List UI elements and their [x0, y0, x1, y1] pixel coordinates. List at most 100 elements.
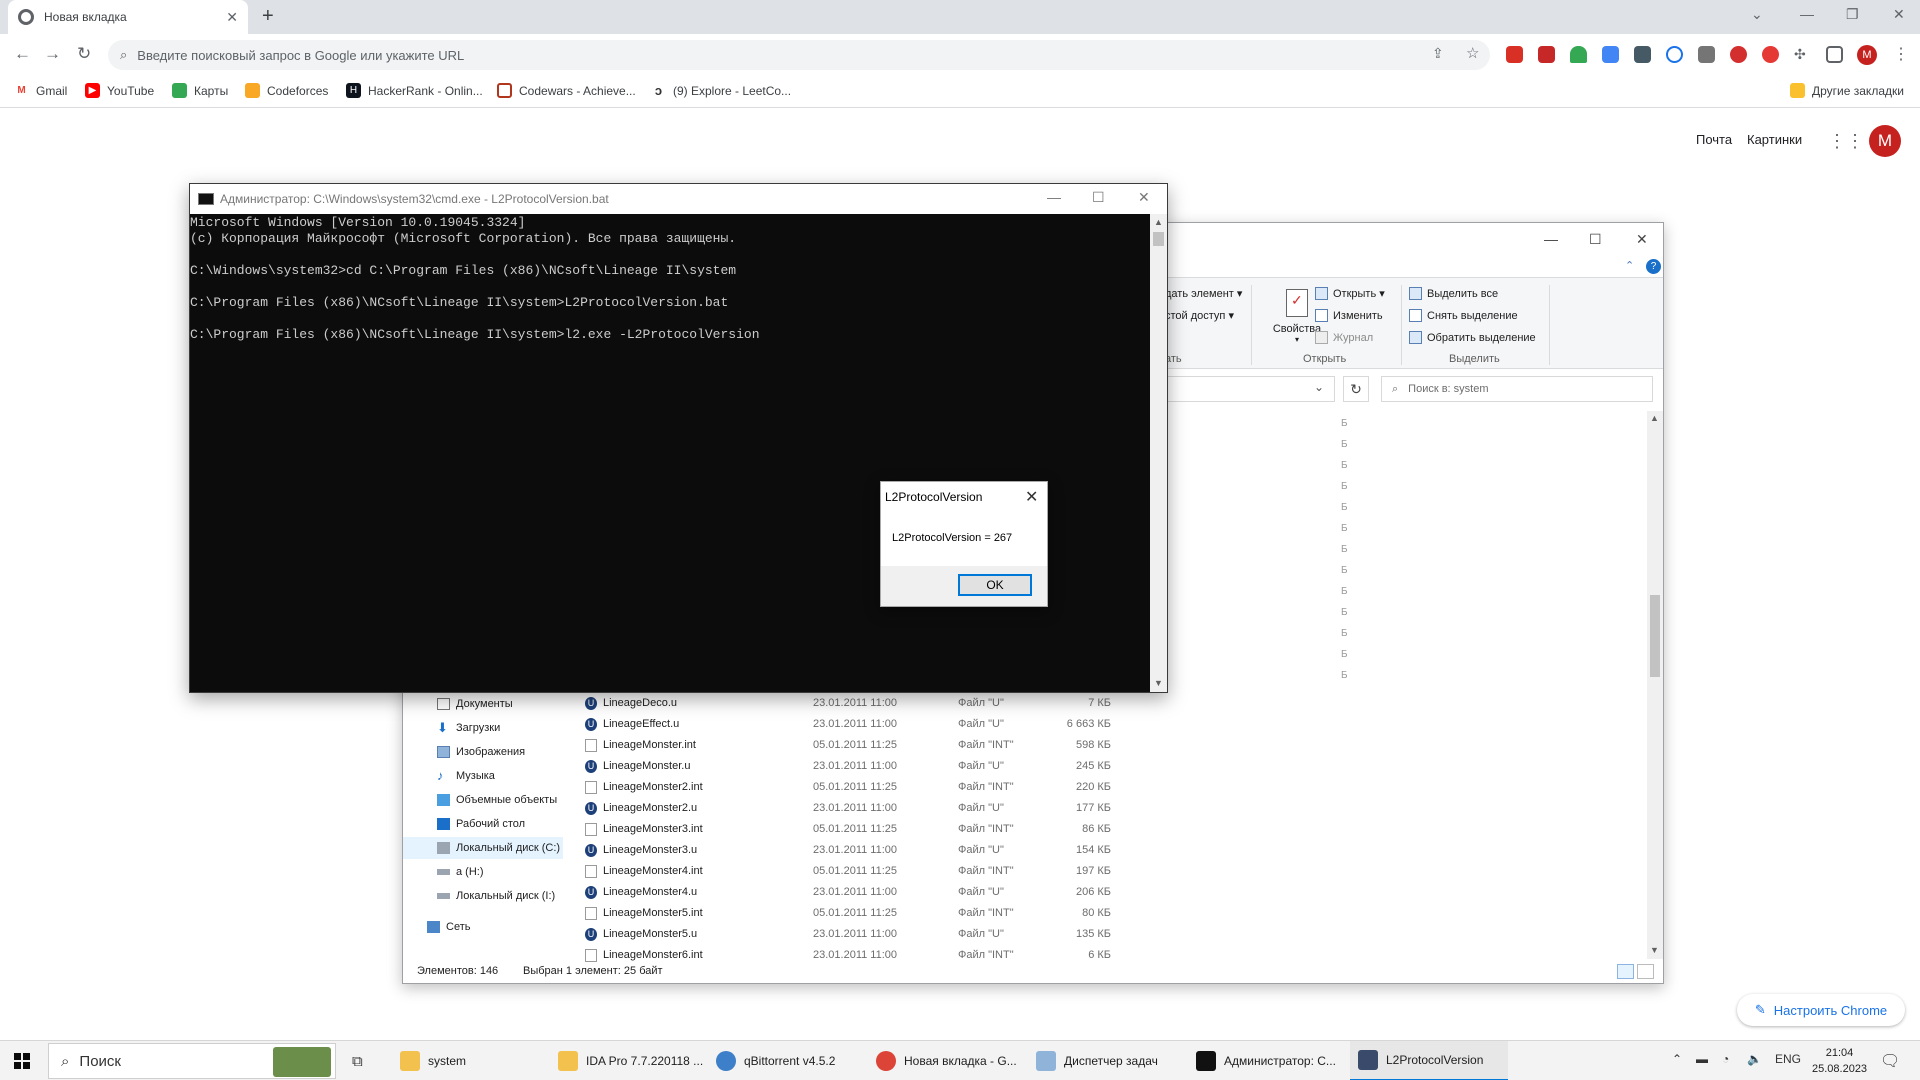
scroll-up-icon[interactable]: ▲ [1154, 217, 1163, 227]
extensions-puzzle-icon[interactable]: ✣ [1794, 46, 1806, 63]
clock[interactable]: 21:04 25.08.2023 [1812, 1045, 1867, 1077]
nav-3d-objects[interactable]: Объемные объекты [403, 789, 563, 811]
select-all-button[interactable]: Выделить все [1409, 287, 1498, 300]
details-view-icon[interactable] [1617, 964, 1634, 979]
table-row[interactable]: LineageMonster.int 05.01.2011 11:25 Файл "… [573, 735, 1353, 756]
cmd-minimize-icon[interactable]: — [1047, 189, 1061, 205]
tray-app-icon[interactable]: ▬ [1696, 1052, 1708, 1066]
nav-pictures[interactable]: Изображения [403, 741, 563, 763]
easy-access-button[interactable]: стой доступ ▾ [1165, 309, 1234, 322]
invert-selection-button[interactable]: Обратить выделение [1409, 331, 1536, 344]
chrome-menu-icon[interactable]: ⋮ [1893, 44, 1909, 64]
side-panel-icon[interactable] [1826, 46, 1843, 63]
bookmark-gmail[interactable]: M Gmail [14, 83, 67, 98]
tab-new-tab[interactable]: Новая вкладка ✕ [8, 0, 248, 34]
forward-icon[interactable]: → [44, 44, 61, 64]
scroll-down-icon[interactable]: ▼ [1650, 945, 1659, 955]
other-bookmarks[interactable]: Другие закладки [1790, 83, 1904, 98]
table-row[interactable]: U LineageMonster4.u 23.01.2011 11:00 Файл "… [573, 882, 1353, 903]
translate-extension-icon[interactable] [1602, 46, 1619, 63]
images-link[interactable]: Картинки [1747, 132, 1802, 147]
taskbar-item-cmd[interactable]: Администратор: C... [1188, 1041, 1346, 1080]
nav-downloads[interactable]: ⬇ Загрузки [403, 717, 563, 739]
explorer-minimize-icon[interactable]: — [1544, 231, 1558, 247]
nav-network[interactable]: Сеть [403, 916, 563, 938]
gmail-link[interactable]: Почта [1696, 132, 1732, 147]
new-tab-button[interactable]: + [262, 5, 274, 28]
extension-icon[interactable] [1538, 46, 1555, 63]
bookmark-star-icon[interactable]: ☆ [1466, 44, 1479, 62]
share-icon[interactable]: ⇪ [1432, 45, 1444, 62]
taskbar-search[interactable]: ⌕ Поиск [48, 1043, 336, 1079]
bookmark-hackerrank[interactable]: H HackerRank - Onlin... [346, 83, 483, 98]
task-view-icon[interactable]: ⧉ [352, 1053, 363, 1070]
address-dropdown-icon[interactable]: ⌄ [1314, 380, 1324, 394]
extension-icon[interactable] [1634, 46, 1651, 63]
scroll-up-icon[interactable]: ▲ [1650, 413, 1659, 423]
help-icon[interactable]: ? [1646, 259, 1661, 274]
customize-chrome-button[interactable]: ✎ Настроить Chrome [1737, 994, 1905, 1026]
shield-extension-icon[interactable] [1570, 46, 1587, 63]
taskbar-item-task-manager[interactable]: Диспетчер задач [1028, 1041, 1186, 1080]
wifi-icon[interactable]: ◔ [1722, 1052, 1729, 1066]
message-box-close-icon[interactable]: ✕ [1025, 487, 1038, 507]
nav-local-disk-c[interactable]: Локальный диск (C:) [403, 837, 563, 859]
console-output[interactable]: Microsoft Windows [Version 10.0.19045.33… [190, 214, 1150, 692]
bookmark-leetcode[interactable]: ↄ (9) Explore - LeetCo... [651, 83, 791, 98]
language-indicator[interactable]: ENG [1775, 1052, 1801, 1066]
back-icon[interactable]: ← [14, 44, 31, 64]
bookmark-codeforces[interactable]: Codeforces [245, 83, 328, 98]
table-row[interactable]: LineageMonster2.int 05.01.2011 11:25 Файл … [573, 777, 1353, 798]
scrollbar-thumb[interactable] [1650, 595, 1660, 677]
table-row[interactable]: U LineageMonster3.u 23.01.2011 11:00 Файл "… [573, 840, 1353, 861]
volume-icon[interactable]: 🔈 [1747, 1052, 1762, 1066]
large-icons-view-icon[interactable] [1637, 964, 1654, 979]
adblock-extension-icon[interactable] [1730, 46, 1747, 63]
taskbar-item-l2protocolversion[interactable]: L2ProtocolVersion [1350, 1041, 1508, 1080]
reload-icon[interactable]: ↻ [77, 44, 91, 64]
table-row[interactable]: U LineageEffect.u 23.01.2011 11:00 Файл "U"… [573, 714, 1353, 735]
windows-start-icon[interactable] [14, 1053, 30, 1069]
nav-desktop[interactable]: Рабочий стол [403, 813, 563, 835]
bookmark-youtube[interactable]: ▶ YouTube [85, 83, 154, 98]
taskbar-item-ida[interactable]: IDA Pro 7.7.220118 ... [550, 1041, 708, 1080]
nav-documents[interactable]: Документы [403, 693, 563, 715]
cmd-window[interactable]: Администратор: C:\Windows\system32\cmd.e… [189, 183, 1168, 693]
tray-chevron-icon[interactable]: ⌃ [1672, 1052, 1682, 1066]
refresh-icon[interactable]: ↻ [1343, 376, 1369, 402]
google-account-avatar[interactable]: M [1869, 125, 1901, 157]
tab-search-chevron-icon[interactable]: ⌄ [1751, 6, 1763, 23]
explorer-search-input[interactable]: ⌕ Поиск в: system [1381, 376, 1653, 402]
explorer-maximize-icon[interactable]: ☐ [1589, 231, 1602, 248]
nav-drive-h[interactable]: a (H:) [403, 861, 563, 883]
table-row[interactable]: U LineageMonster2.u 23.01.2011 11:00 Файл "… [573, 798, 1353, 819]
table-row[interactable]: U LineageMonster5.u 23.01.2011 11:00 Файл "… [573, 924, 1353, 945]
taskbar-item-qbittorrent[interactable]: qBittorrent v4.5.2 [708, 1041, 866, 1080]
close-window-icon[interactable]: ✕ [1893, 6, 1905, 23]
table-row[interactable]: LineageMonster4.int 05.01.2011 11:25 Файл … [573, 861, 1353, 882]
table-row[interactable]: U LineageDeco.u 23.01.2011 11:00 Файл "U" 7 … [573, 693, 1353, 714]
nav-local-disk-i[interactable]: Локальный диск (I:) [403, 885, 563, 907]
table-row[interactable]: LineageMonster5.int 05.01.2011 11:25 Файл … [573, 903, 1353, 924]
cmd-titlebar[interactable]: Администратор: C:\Windows\system32\cmd.e… [190, 184, 1167, 214]
ribbon-collapse-icon[interactable]: ⌃ [1625, 259, 1634, 272]
extension-icon[interactable] [1506, 46, 1523, 63]
taskbar-item-chrome[interactable]: Новая вкладка - G... [868, 1041, 1026, 1080]
new-item-button[interactable]: дать элемент ▾ [1165, 287, 1242, 300]
select-none-button[interactable]: Снять выделение [1409, 309, 1518, 322]
explorer-scrollbar[interactable]: ▲ ▼ [1647, 411, 1663, 959]
restore-icon[interactable]: ❐ [1846, 6, 1859, 23]
open-button[interactable]: Открыть ▾ [1315, 287, 1385, 300]
edit-button[interactable]: Изменить [1315, 309, 1383, 322]
bookmark-codewars[interactable]: Codewars - Achieve... [497, 83, 636, 98]
cmd-close-icon[interactable]: ✕ [1138, 189, 1150, 206]
taskbar-item-system[interactable]: system [392, 1041, 550, 1080]
scrollbar-thumb[interactable] [1153, 232, 1164, 246]
extension-icon[interactable] [1666, 46, 1683, 63]
explorer-close-icon[interactable]: ✕ [1636, 231, 1648, 248]
notifications-icon[interactable]: 🗨 [1880, 1051, 1900, 1071]
omnibox[interactable]: ⌕ Введите поисковый запрос в Google или … [108, 40, 1490, 70]
minimize-icon[interactable]: — [1800, 6, 1814, 22]
cmd-scrollbar[interactable]: ▲ ▼ [1150, 214, 1167, 692]
table-row[interactable]: LineageMonster3.int 05.01.2011 11:25 Файл … [573, 819, 1353, 840]
